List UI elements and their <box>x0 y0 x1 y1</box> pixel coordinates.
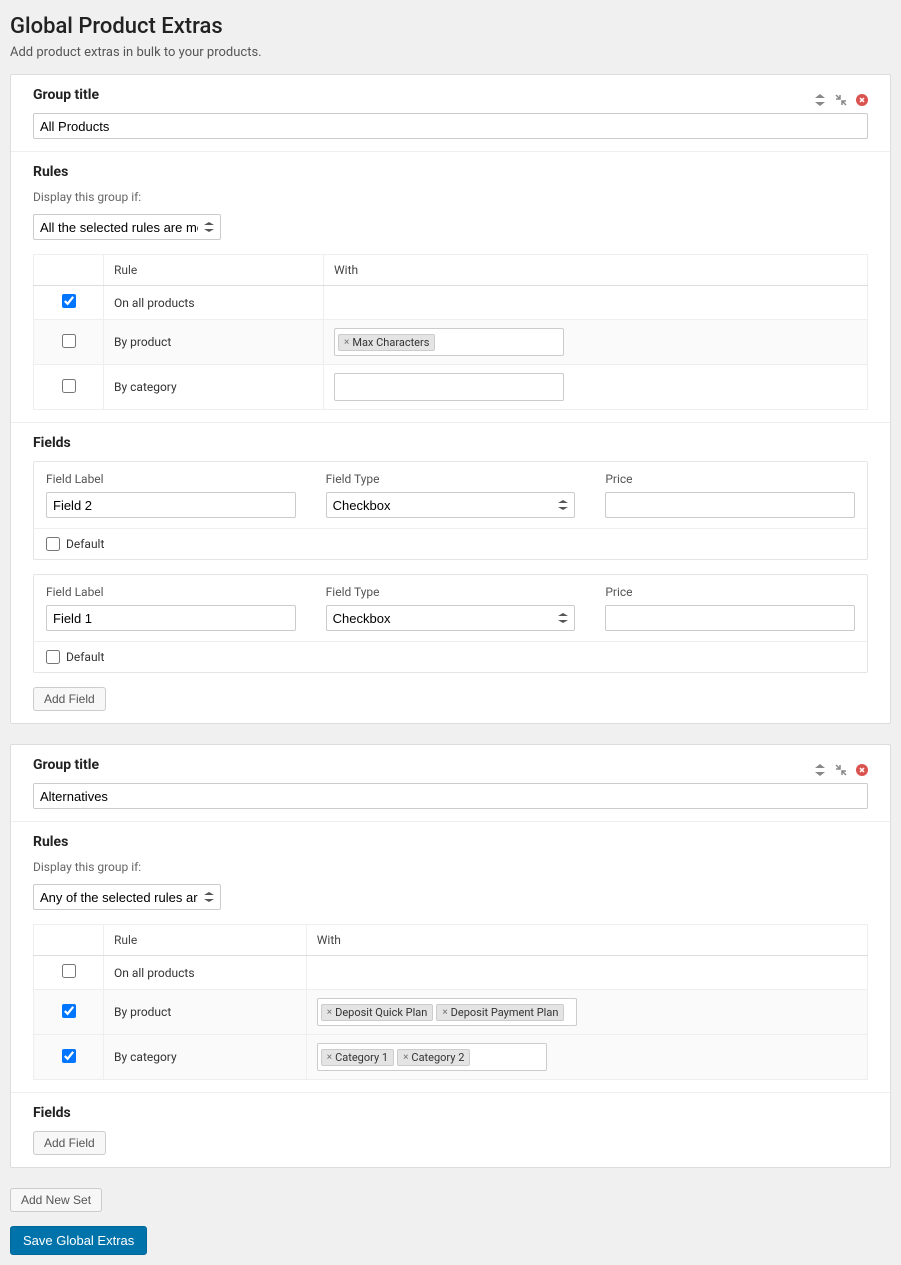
tag[interactable]: ×Deposit Quick Plan <box>321 1004 434 1021</box>
rule-name: By category <box>104 365 324 410</box>
rules-sublabel: Display this group if: <box>33 190 868 204</box>
tag[interactable]: ×Deposit Payment Plan <box>436 1004 564 1021</box>
rules-heading: Rules <box>33 164 868 180</box>
default-checkbox[interactable] <box>46 650 60 664</box>
rule-checkbox[interactable] <box>62 379 76 393</box>
rules-sublabel: Display this group if: <box>33 860 868 874</box>
tag-input[interactable]: ×Max Characters <box>334 328 564 356</box>
rules-mode-select[interactable]: All the selected rules are met <box>33 214 221 240</box>
add-field-button[interactable]: Add Field <box>33 687 106 711</box>
field-type-label: Field Type <box>326 472 576 486</box>
rule-checkbox[interactable] <box>62 964 76 978</box>
group-title-input[interactable] <box>33 113 868 139</box>
group-title-input[interactable] <box>33 783 868 809</box>
table-row: By product ×Deposit Quick Plan ×Deposit … <box>34 990 868 1035</box>
collapse-icon[interactable] <box>834 94 847 107</box>
default-checkbox[interactable] <box>46 537 60 551</box>
rules-heading: Rules <box>33 834 868 850</box>
tag[interactable]: ×Max Characters <box>338 334 435 351</box>
field-block: Field Label Field Type Checkbox Price De… <box>33 574 868 673</box>
fields-heading: Fields <box>33 1105 868 1121</box>
field-price-input[interactable] <box>605 492 855 518</box>
rules-table: Rule With On all products By product ×Ma… <box>33 254 868 410</box>
sort-icon[interactable] <box>813 764 826 777</box>
default-label: Default <box>66 650 104 664</box>
field-price-label: Price <box>605 585 855 599</box>
field-price-label: Price <box>605 472 855 486</box>
table-row: By product ×Max Characters <box>34 320 868 365</box>
field-label-input[interactable] <box>46 492 296 518</box>
field-type-label: Field Type <box>326 585 576 599</box>
rules-table: Rule With On all products By product ×De… <box>33 924 868 1080</box>
rules-mode-select[interactable]: Any of the selected rules are met <box>33 884 221 910</box>
delete-icon[interactable] <box>855 764 868 777</box>
tag[interactable]: ×Category 1 <box>321 1049 394 1066</box>
tag-input[interactable] <box>334 373 564 401</box>
field-label-label: Field Label <box>46 472 296 486</box>
field-type-select[interactable]: Checkbox <box>326 492 576 518</box>
tag-remove-icon[interactable]: × <box>327 1052 332 1063</box>
tag-remove-icon[interactable]: × <box>344 337 349 348</box>
table-header-rule: Rule <box>104 255 324 286</box>
table-row: On all products <box>34 956 868 990</box>
page-title: Global Product Extras <box>10 10 891 39</box>
field-price-input[interactable] <box>605 605 855 631</box>
group-panel: Group title Rules Display this group if:… <box>10 74 891 724</box>
rule-checkbox[interactable] <box>62 334 76 348</box>
table-header-rule: Rule <box>104 925 307 956</box>
sort-icon[interactable] <box>813 94 826 107</box>
table-header-checkbox <box>34 255 104 286</box>
tag-remove-icon[interactable]: × <box>327 1007 332 1018</box>
delete-icon[interactable] <box>855 94 868 107</box>
page-subtitle: Add product extras in bulk to your produ… <box>10 45 891 60</box>
rule-checkbox[interactable] <box>62 1004 76 1018</box>
field-type-select[interactable]: Checkbox <box>326 605 576 631</box>
table-header-checkbox <box>34 925 104 956</box>
field-label-input[interactable] <box>46 605 296 631</box>
rule-name: By category <box>104 1035 307 1080</box>
table-row: By category ×Category 1 ×Category 2 <box>34 1035 868 1080</box>
save-button[interactable]: Save Global Extras <box>10 1226 147 1255</box>
field-block: Field Label Field Type Checkbox Price De… <box>33 461 868 560</box>
collapse-icon[interactable] <box>834 764 847 777</box>
tag-input[interactable]: ×Category 1 ×Category 2 <box>317 1043 547 1071</box>
table-row: On all products <box>34 286 868 320</box>
rule-name: By product <box>104 990 307 1035</box>
default-label: Default <box>66 537 104 551</box>
fields-heading: Fields <box>33 435 868 451</box>
rule-name: By product <box>104 320 324 365</box>
rule-name: On all products <box>104 956 307 990</box>
add-new-set-button[interactable]: Add New Set <box>10 1188 102 1212</box>
rule-checkbox[interactable] <box>62 1049 76 1063</box>
table-row: By category <box>34 365 868 410</box>
field-label-label: Field Label <box>46 585 296 599</box>
tag[interactable]: ×Category 2 <box>397 1049 470 1066</box>
tag-remove-icon[interactable]: × <box>442 1007 447 1018</box>
rule-name: On all products <box>104 286 324 320</box>
tag-remove-icon[interactable]: × <box>403 1052 408 1063</box>
tag-input[interactable]: ×Deposit Quick Plan ×Deposit Payment Pla… <box>317 998 577 1026</box>
add-field-button[interactable]: Add Field <box>33 1131 106 1155</box>
group-title-heading: Group title <box>33 87 99 103</box>
table-header-with: With <box>306 925 867 956</box>
rule-checkbox[interactable] <box>62 294 76 308</box>
group-panel: Group title Rules Display this group if:… <box>10 744 891 1168</box>
group-title-heading: Group title <box>33 757 99 773</box>
table-header-with: With <box>324 255 868 286</box>
